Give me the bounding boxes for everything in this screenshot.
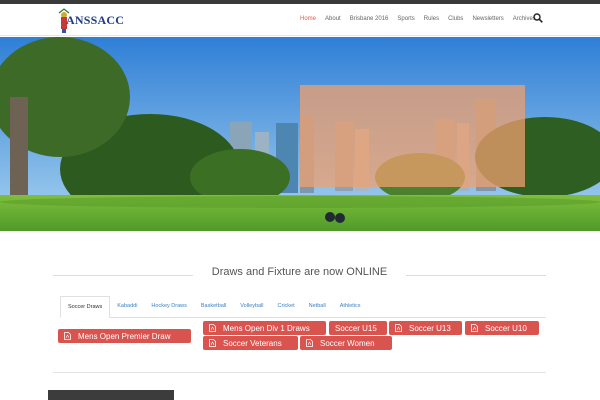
- tab-basketball[interactable]: Basketball: [194, 296, 233, 318]
- pdf-file-icon: [209, 324, 216, 332]
- footer-widget-box: [48, 390, 174, 400]
- tab-soccer-draws[interactable]: Soccer Draws: [60, 296, 111, 318]
- search-icon[interactable]: [533, 13, 543, 23]
- button-label: Soccer U15: [335, 323, 377, 333]
- soccer-u13-button[interactable]: Soccer U13: [389, 321, 462, 335]
- pdf-file-icon: [471, 324, 478, 332]
- tab-cricket[interactable]: Cricket: [271, 296, 302, 318]
- button-label: Soccer Women: [320, 338, 375, 348]
- soccer-u10-button[interactable]: Soccer U10: [465, 321, 539, 335]
- nav-newsletters[interactable]: Newsletters: [472, 16, 503, 22]
- section-title: Draws and Fixture are now ONLINE: [53, 266, 546, 278]
- tab-volleyball[interactable]: Volleyball: [233, 296, 270, 318]
- section-heading: Draws and Fixture are now ONLINE: [53, 266, 546, 282]
- section-title-text: Draws and Fixture are now ONLINE: [205, 266, 394, 278]
- hero-color-overlay: [300, 85, 525, 187]
- nav-brisbane-2016[interactable]: Brisbane 2016: [350, 16, 389, 22]
- pdf-file-icon: [209, 339, 216, 347]
- main-nav: Home About Brisbane 2016 Sports Rules Cl…: [300, 16, 536, 22]
- button-label: Soccer U10: [485, 323, 527, 333]
- tab-kabaddi[interactable]: Kabaddi: [110, 296, 144, 318]
- soccer-u15-button[interactable]: Soccer U15: [329, 321, 387, 335]
- site-header: ANSSACC Home About Brisbane 2016 Sports …: [0, 4, 600, 36]
- logo-text[interactable]: ANSSACC: [66, 13, 124, 28]
- sports-tabs: Soccer Draws Kabaddi Hockey Draws Basket…: [60, 296, 546, 318]
- nav-home[interactable]: Home: [300, 16, 316, 22]
- button-label: Mens Open Premier Draw: [78, 331, 171, 341]
- hero-banner: [0, 37, 600, 231]
- content-divider: [53, 372, 546, 373]
- mens-open-premier-draw-button[interactable]: Mens Open Premier Draw: [58, 329, 191, 343]
- pdf-file-icon: [64, 332, 71, 340]
- nav-clubs[interactable]: Clubs: [448, 16, 463, 22]
- tab-netball[interactable]: Netball: [302, 296, 333, 318]
- tab-athletics[interactable]: Athletics: [333, 296, 368, 318]
- nav-rules[interactable]: Rules: [424, 16, 439, 22]
- nav-about[interactable]: About: [325, 16, 341, 22]
- button-label: Mens Open Div 1 Draws: [223, 323, 310, 333]
- soccer-women-button[interactable]: Soccer Women: [300, 336, 392, 350]
- soccer-veterans-button[interactable]: Soccer Veterans: [203, 336, 298, 350]
- button-label: Soccer U13: [409, 323, 451, 333]
- tab-hockey-draws[interactable]: Hockey Draws: [144, 296, 193, 318]
- button-label: Soccer Veterans: [223, 338, 282, 348]
- nav-sports[interactable]: Sports: [397, 16, 414, 22]
- pdf-file-icon: [395, 324, 402, 332]
- pdf-file-icon: [306, 339, 313, 347]
- mens-open-div1-draws-button[interactable]: Mens Open Div 1 Draws: [203, 321, 326, 335]
